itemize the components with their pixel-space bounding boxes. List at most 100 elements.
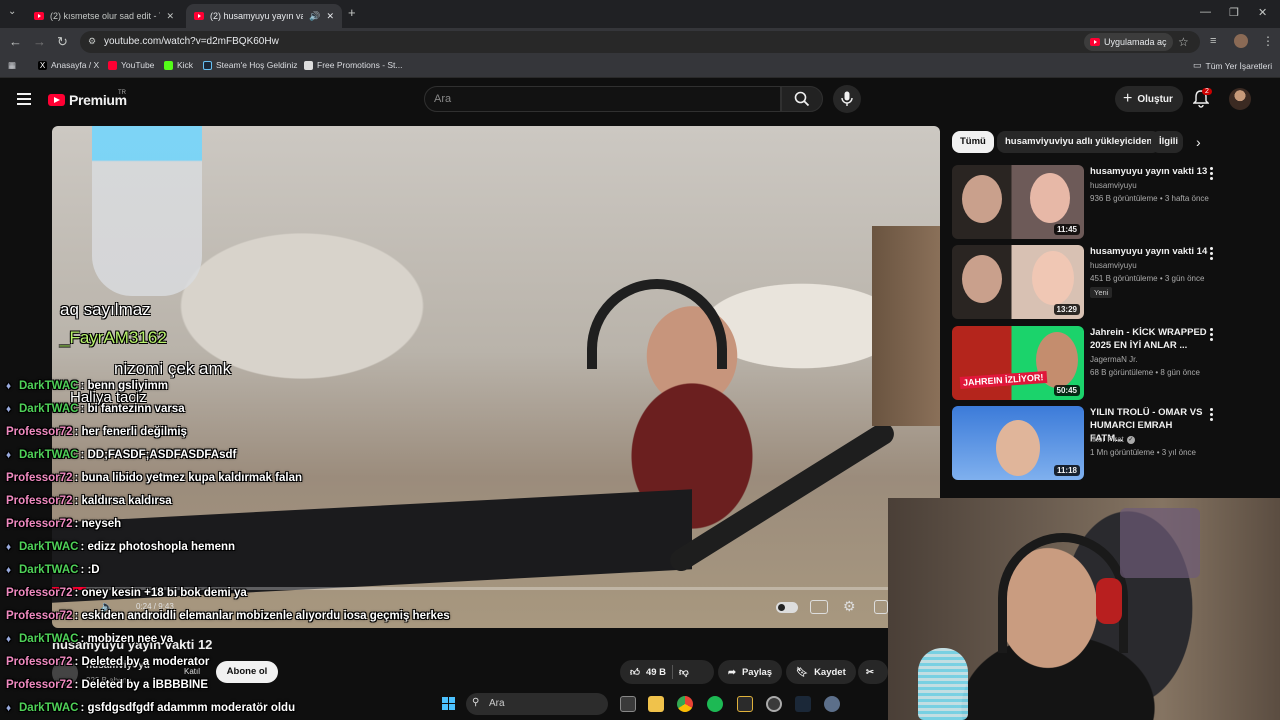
chat-text: : edizz photoshopla hemenn bbox=[80, 541, 236, 553]
bookmark-kick[interactable]: Kick bbox=[164, 60, 193, 70]
subtitles-icon[interactable] bbox=[810, 600, 828, 614]
all-bookmarks[interactable]: ▭ Tüm Yer İşaretleri bbox=[1193, 60, 1272, 71]
bookmark-x[interactable]: X Anasayfa / X bbox=[38, 60, 99, 70]
reload-icon[interactable]: ↻ bbox=[57, 34, 68, 50]
chevron-right-icon[interactable]: › bbox=[1196, 134, 1201, 150]
share-arrow-icon: ➦ bbox=[728, 666, 736, 678]
video-thumbnail[interactable]: 11:18 bbox=[952, 406, 1084, 480]
settings-gear-icon[interactable]: ⚙ bbox=[843, 598, 856, 615]
new-tab-button[interactable]: + bbox=[348, 5, 356, 20]
menu-kebab-icon[interactable]: ⋮ bbox=[1262, 34, 1274, 48]
chip-all[interactable]: Tümü bbox=[952, 131, 994, 153]
task-view-icon[interactable] bbox=[620, 696, 636, 712]
bookmark-label: Anasayfa / X bbox=[51, 60, 100, 70]
steam-icon[interactable] bbox=[795, 696, 811, 712]
more-options-icon[interactable] bbox=[1210, 408, 1214, 423]
youtube-favicon-icon bbox=[34, 12, 44, 20]
more-options-icon[interactable] bbox=[1210, 328, 1214, 343]
close-tab-icon[interactable]: ✕ bbox=[326, 11, 334, 22]
file-explorer-icon[interactable] bbox=[648, 696, 664, 712]
recommendation-channel[interactable]: JagermaN Jr. bbox=[1090, 355, 1138, 364]
app-icon[interactable] bbox=[766, 696, 782, 712]
chat-message: ♦ DarkTWAC: gsfdgsdfgdf adammm moderatör … bbox=[6, 702, 295, 714]
save-button[interactable]: 🔖︎ Kaydet bbox=[786, 660, 856, 684]
bookmark-star-icon[interactable]: ☆ bbox=[1178, 35, 1189, 49]
mic-boom-arm bbox=[665, 418, 899, 576]
account-avatar[interactable] bbox=[1229, 88, 1251, 110]
chat-username: Professor72 bbox=[6, 495, 73, 507]
chip-related[interactable]: İlgili bbox=[1151, 131, 1183, 153]
media-control-icon[interactable]: ≡ bbox=[1210, 35, 1216, 47]
duration-badge: 11:45 bbox=[1053, 224, 1080, 235]
speaker-icon[interactable]: 🔊 bbox=[309, 11, 320, 22]
hamburger-menu-icon[interactable] bbox=[17, 93, 31, 108]
chat-text: : DD;FASDF;ASDFASDFAsdf bbox=[80, 449, 237, 461]
more-options-icon[interactable] bbox=[1210, 167, 1214, 182]
chat-username: DarkTWAC bbox=[19, 380, 79, 392]
chat-text: : benn gsliyimm bbox=[80, 380, 168, 392]
bookmark-icon: 🔖︎ bbox=[796, 666, 809, 678]
bookmark-steam[interactable]: Steam'e Hoş Geldiniz bbox=[203, 60, 297, 70]
recommendation-channel[interactable]: husamviyuyu bbox=[1090, 181, 1137, 190]
like-count: 49 B bbox=[645, 666, 667, 678]
autoplay-toggle[interactable] bbox=[776, 602, 798, 613]
recommendation-title[interactable]: Jahrein - KİCK WRAPPED 2025 EN İYİ ANLAR… bbox=[1090, 326, 1208, 352]
recommendation-channel[interactable]: husamviyuyu bbox=[1090, 261, 1137, 270]
close-tab-icon[interactable]: ✕ bbox=[166, 11, 174, 22]
subscribe-button[interactable]: Abone ol bbox=[216, 661, 278, 683]
create-label: Oluştur bbox=[1137, 93, 1173, 105]
back-icon[interactable]: ← bbox=[9, 34, 22, 49]
url-text[interactable]: youtube.com/watch?v=d2mFBQK60Hw bbox=[104, 36, 279, 47]
recommendation-channel-row[interactable]: İlker Fırat ✓ bbox=[1090, 435, 1135, 444]
dislike-button[interactable]: 👎︎ bbox=[679, 666, 689, 678]
settings-app-icon[interactable] bbox=[824, 696, 840, 712]
recommendation-item[interactable]: 11:18 YILIN TROLÜ - OMAR VS HUMARCI EMRA… bbox=[952, 406, 1220, 482]
recommendation-item[interactable]: 13:29 husamyuyu yayın vakti 14 husamviyu… bbox=[952, 245, 1220, 321]
recommendation-title[interactable]: husamyuyu yayın vakti 13 bbox=[1090, 165, 1208, 178]
bookmark-free-promotions[interactable]: Free Promotions - St... bbox=[304, 60, 403, 70]
recommendation-title[interactable]: husamyuyu yayın vakti 14 bbox=[1090, 245, 1208, 258]
bookmark-label: YouTube bbox=[121, 60, 155, 70]
recommendation-meta: 1 Mn görüntüleme • 3 yıl önce bbox=[1090, 448, 1196, 457]
site-info-icon[interactable]: ⚙ bbox=[88, 36, 96, 47]
chrome-icon[interactable] bbox=[677, 696, 693, 712]
spotify-icon[interactable] bbox=[707, 696, 723, 712]
studio-microphone bbox=[92, 126, 202, 296]
video-thumbnail[interactable]: 13:29 bbox=[952, 245, 1084, 319]
join-button[interactable]: Katıl bbox=[184, 667, 200, 676]
forward-icon[interactable]: → bbox=[33, 34, 46, 49]
app-icon[interactable] bbox=[737, 696, 753, 712]
like-button[interactable]: 👍︎ 49 B bbox=[630, 666, 667, 679]
chat-username: Professor72 bbox=[6, 610, 73, 622]
share-label: Paylaş bbox=[741, 666, 773, 678]
close-window-icon[interactable]: ✕ bbox=[1258, 6, 1267, 19]
tab-search-icon[interactable]: ⌄ bbox=[8, 6, 16, 17]
browser-tab-1[interactable]: (2) kısmetse olur sad edit - You ✕ bbox=[26, 4, 182, 28]
voice-search-button[interactable] bbox=[833, 85, 861, 113]
video-thumbnail[interactable]: JAHREIN İZLİYOR! 50:45 bbox=[952, 326, 1084, 400]
like-dislike-group: 👍︎ 49 B 👎︎ bbox=[620, 660, 714, 684]
create-button[interactable]: + Oluştur bbox=[1115, 86, 1183, 112]
search-button[interactable] bbox=[781, 86, 823, 112]
browser-tab-2[interactable]: (2) husamyuyu yayın vakti 1 🔊 ✕ bbox=[186, 4, 342, 28]
chat-username: DarkTWAC bbox=[19, 702, 79, 714]
minimize-icon[interactable]: — bbox=[1200, 6, 1211, 18]
miniplayer-icon[interactable] bbox=[874, 600, 888, 614]
bookmark-youtube[interactable]: YouTube bbox=[108, 60, 154, 70]
apps-grid-icon[interactable]: ▦ bbox=[8, 60, 16, 71]
open-in-app-button[interactable]: Uygulamada aç bbox=[1084, 33, 1173, 51]
recommendation-item[interactable]: JAHREIN İZLİYOR! 50:45 Jahrein - KİCK WR… bbox=[952, 326, 1220, 402]
recommendation-item[interactable]: 11:45 husamyuyu yayın vakti 13 husamviyu… bbox=[952, 165, 1220, 241]
youtube-premium-logo[interactable]: Premium bbox=[48, 92, 127, 108]
headphones-shape bbox=[587, 279, 727, 369]
clip-button[interactable]: ✂ bbox=[858, 660, 888, 684]
taskbar-search[interactable] bbox=[466, 693, 608, 715]
search-input[interactable] bbox=[424, 86, 781, 112]
more-options-icon[interactable] bbox=[1210, 247, 1214, 262]
profile-avatar-icon[interactable] bbox=[1234, 34, 1248, 48]
share-button[interactable]: ➦ Paylaş bbox=[718, 660, 783, 684]
windows-start-icon[interactable] bbox=[442, 697, 456, 711]
video-thumbnail[interactable]: 11:45 bbox=[952, 165, 1084, 239]
restore-icon[interactable]: ❐ bbox=[1229, 6, 1239, 19]
chip-from-uploader[interactable]: husamviyuviyu adlı yükleyiciden bbox=[997, 131, 1161, 153]
